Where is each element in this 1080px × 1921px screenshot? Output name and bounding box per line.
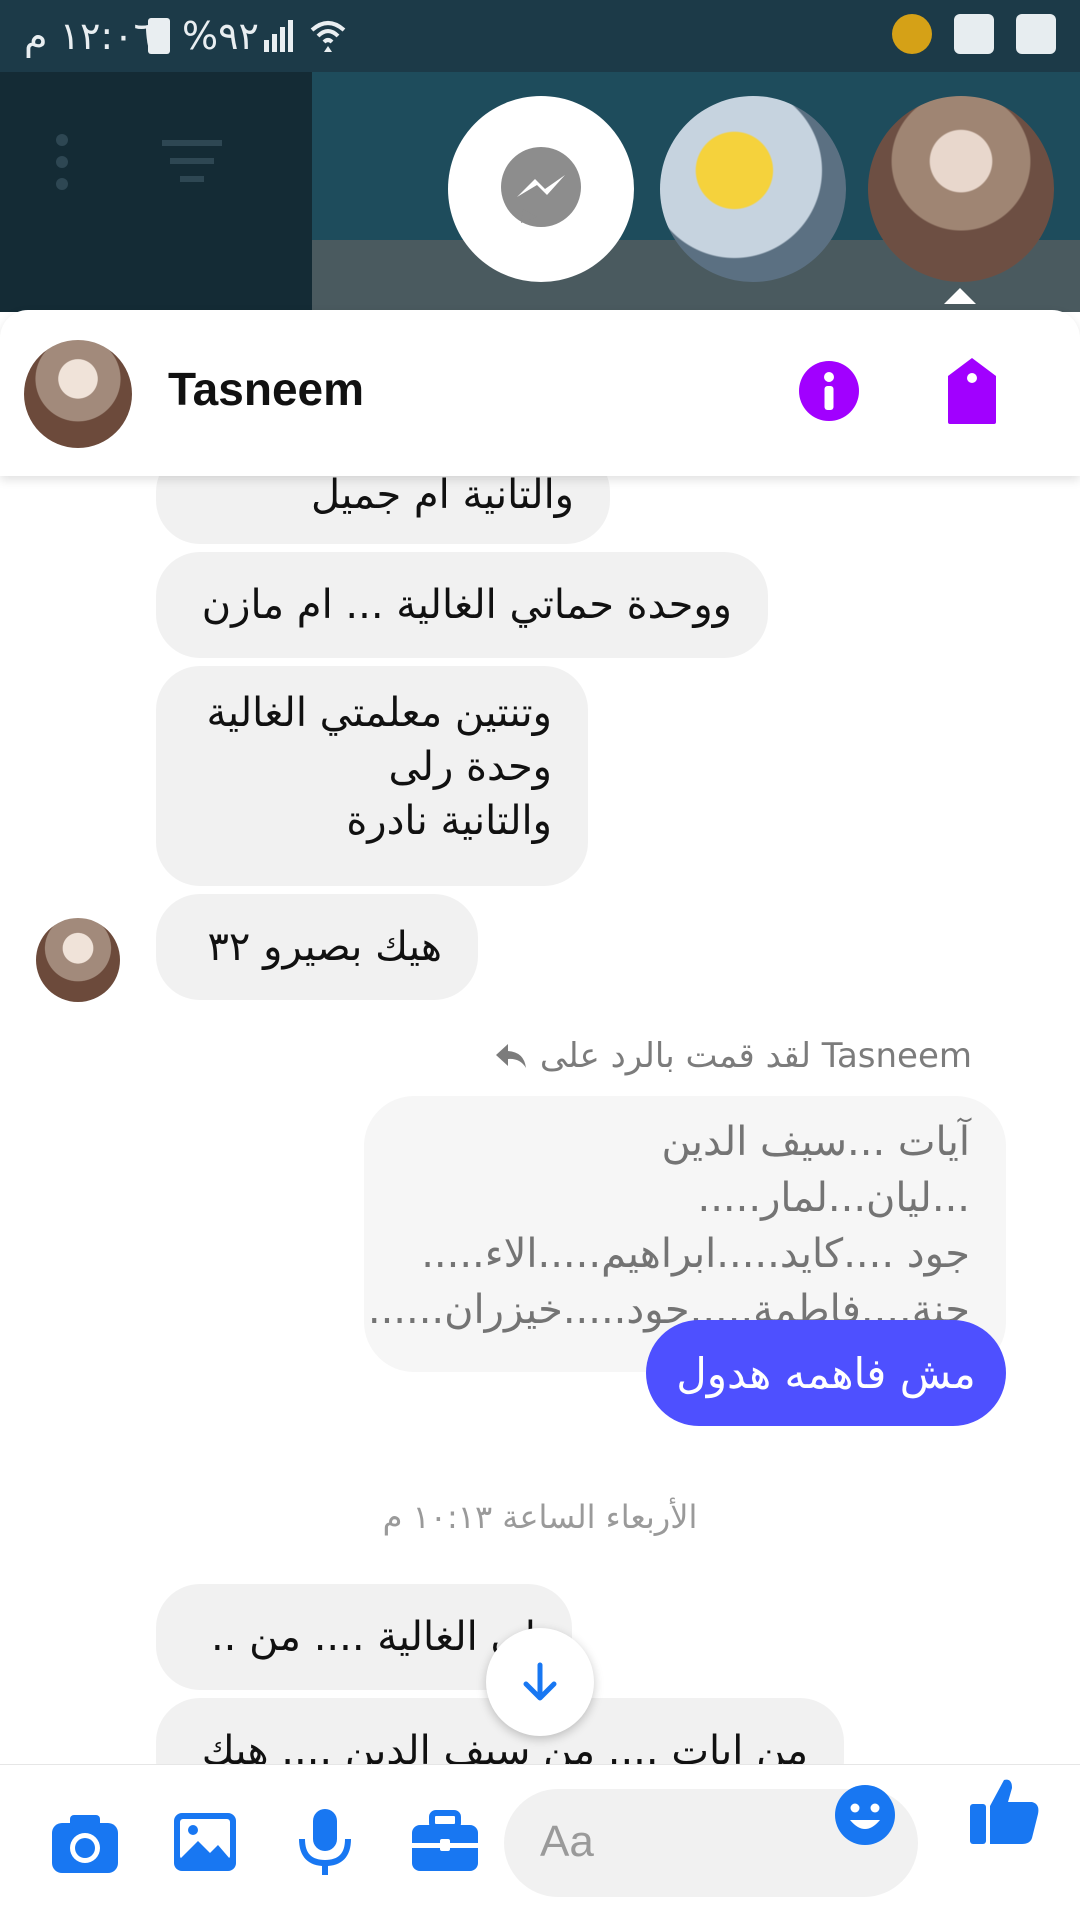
more-vertical-icon bbox=[56, 134, 68, 190]
incoming-message[interactable]: هيك بصيرو ٣٢ bbox=[156, 894, 478, 1000]
background-app-toolbar bbox=[0, 72, 312, 312]
reply-note: Tasneem لقد قمت بالرد على bbox=[494, 1036, 972, 1076]
status-bar: ١٢:٠٦ م %٩٢ bbox=[0, 0, 1080, 72]
status-time: ١٢:٠٦ م bbox=[24, 14, 155, 58]
incoming-message[interactable]: ووحدة حماتي الغالية ... ام مازن bbox=[156, 552, 768, 658]
signal-icon bbox=[264, 20, 293, 52]
chat-head-tasneem[interactable] bbox=[868, 96, 1054, 282]
camera-icon[interactable] bbox=[50, 1807, 120, 1877]
microphone-icon[interactable] bbox=[290, 1807, 360, 1877]
info-icon[interactable] bbox=[798, 360, 860, 422]
battery-icon bbox=[148, 18, 170, 54]
avatar[interactable] bbox=[24, 340, 132, 448]
message-input-placeholder: Aa bbox=[540, 1817, 594, 1866]
briefcase-icon[interactable] bbox=[410, 1807, 480, 1877]
emoji-icon[interactable] bbox=[834, 1784, 896, 1846]
message-timestamp: الأربعاء الساعة ١٠:١٣ م bbox=[382, 1498, 698, 1536]
incoming-message[interactable]: والتانية ام جميل bbox=[156, 476, 610, 544]
sender-avatar[interactable] bbox=[36, 918, 120, 1002]
image-icon[interactable] bbox=[170, 1807, 240, 1877]
conversation-header: Tasneem bbox=[0, 310, 1080, 476]
outgoing-message[interactable]: مش فاهمه هدول bbox=[646, 1320, 1006, 1426]
messenger-icon bbox=[501, 147, 581, 227]
scroll-to-bottom-button[interactable] bbox=[486, 1628, 594, 1736]
notification-coin-icon bbox=[892, 14, 932, 54]
reply-note-text: Tasneem لقد قمت بالرد على bbox=[539, 1036, 972, 1076]
message-list[interactable]: والتانية ام جميل ووحدة حماتي الغالية ...… bbox=[0, 476, 1080, 1764]
like-icon[interactable] bbox=[968, 1774, 1042, 1848]
chat-head-contact[interactable] bbox=[660, 96, 846, 282]
active-head-pointer bbox=[944, 288, 976, 304]
composer-bar: Aa bbox=[0, 1764, 1080, 1921]
tag-icon[interactable] bbox=[946, 356, 998, 426]
gallery-notification-icon bbox=[954, 14, 994, 54]
reply-icon bbox=[495, 1044, 526, 1068]
battery-percentage: %٩٢ bbox=[182, 14, 259, 58]
arrow-down-icon bbox=[523, 1662, 557, 1701]
incoming-message[interactable]: وتنتين معلمتي الغالية وحدة رلى والتانية … bbox=[156, 666, 588, 886]
filter-lines-icon bbox=[162, 140, 222, 182]
flipboard-notification-icon bbox=[1016, 14, 1056, 54]
chat-head-messenger[interactable] bbox=[448, 96, 634, 282]
contact-name[interactable]: Tasneem bbox=[168, 362, 364, 416]
wifi-icon bbox=[310, 21, 346, 52]
